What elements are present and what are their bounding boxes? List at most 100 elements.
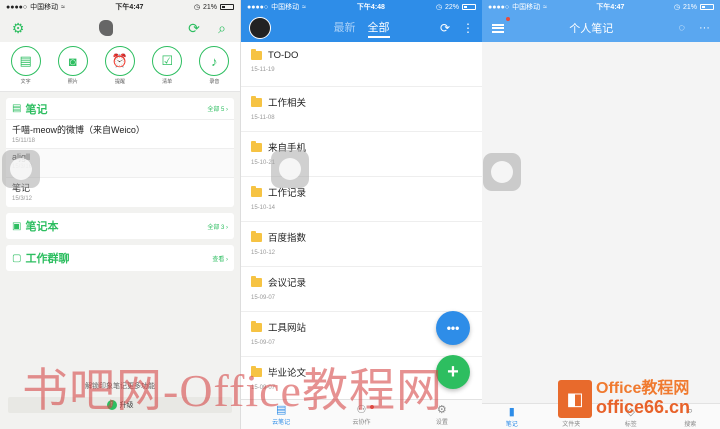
alarm-icon: ◷	[435, 4, 442, 11]
microphone-icon: ♪	[199, 46, 230, 76]
more-vertical-icon[interactable]: ⋮	[462, 21, 474, 35]
tab-cloud-notes[interactable]: ▤ 云笔记	[241, 400, 321, 429]
signal-icon: ●●●●○	[6, 3, 28, 11]
tab-search[interactable]: ⌕ 搜索	[661, 404, 720, 429]
reminder-icon: ⏰	[104, 46, 135, 76]
status-time: 下午4:47	[115, 4, 144, 11]
notes-card-title: 笔记	[25, 103, 48, 116]
folder-icon	[251, 49, 262, 60]
plus-icon: +	[447, 360, 459, 383]
tab-folders[interactable]: ▭ 文件夹	[542, 404, 602, 429]
tab-notes[interactable]: ▮ 笔记	[482, 404, 542, 429]
upgrade-area: 解锁印象笔记更多功能 ↑ 升级	[0, 371, 240, 429]
tab-tags[interactable]: ◇ 标签	[601, 404, 661, 429]
folder-item[interactable]: 工作相关 15-11-08	[241, 87, 482, 132]
battery-icon	[462, 4, 476, 10]
chat-icon: ▢	[12, 252, 22, 264]
upgrade-button[interactable]: ↑ 升级	[8, 397, 232, 413]
menu-icon[interactable]	[492, 23, 504, 33]
status-time: 下午4:47	[596, 4, 625, 11]
note-item[interactable]: aljgll15/3/16	[6, 149, 234, 178]
battery-icon	[700, 4, 714, 10]
top-bar: ⚙ ⟳ ⌕	[0, 14, 240, 42]
folder-icon	[251, 365, 262, 377]
tab-all[interactable]: 全部	[367, 19, 390, 38]
tab-settings[interactable]: ⚙ 设置	[402, 400, 482, 429]
chevron-right-icon: ›	[226, 107, 228, 113]
signal-icon: ●●●●○	[488, 3, 510, 11]
note-icon: ▮	[508, 406, 515, 418]
bottom-tab-bar: ▤ 云笔记 ⚇ 云协作 ⚙ 设置	[241, 399, 482, 429]
note-icon: ▤	[12, 103, 22, 114]
note-icon: ▤	[275, 404, 287, 416]
quick-action-checklist[interactable]: ☑ 清单	[152, 46, 183, 85]
tab-recent[interactable]: 最新	[334, 19, 356, 38]
search-icon[interactable]: ⌕	[214, 20, 230, 37]
notebook-icon: ▣	[12, 220, 22, 232]
page-title: 个人笔记	[569, 23, 614, 35]
status-time: 下午4:48	[356, 4, 385, 11]
status-bar: ●●●●○ 中国移动 ≈ 下午4:48 ◷ 22%	[241, 0, 482, 14]
people-icon: ⚇	[356, 404, 367, 416]
cloud-notes-screen: ●●●●○ 中国移动 ≈ 下午4:48 ◷ 22% 最新 全部 ⟳ ⋮ TO-DO 15…	[240, 0, 482, 429]
alarm-icon: ◷	[193, 4, 200, 11]
sync-icon[interactable]: ◌	[678, 22, 685, 34]
status-bar: ●●●●○ 中国移动 ≈ 下午4:47 ◷ 21%	[0, 0, 240, 14]
avatar[interactable]	[249, 17, 271, 39]
more-horizontal-icon[interactable]: ···	[699, 22, 710, 34]
notebooks-card-title: 笔记本	[25, 221, 59, 233]
work-chat-view-link[interactable]: 查看 ›	[212, 254, 228, 263]
quick-actions: ▤ 文字 ◙ 照片 ⏰ 提醒 ☑ 清单 ♪ 录音	[0, 42, 240, 92]
status-bar: ●●●●○ 中国移动 ≈ 下午4:47 ◷ 21%	[482, 0, 720, 14]
folder-icon: ▭	[566, 406, 577, 418]
notes-all-link[interactable]: 全部 5 ›	[207, 104, 228, 113]
quick-action-reminder[interactable]: ⏰ 提醒	[104, 46, 135, 85]
battery-label: 21%	[202, 3, 217, 11]
tab-collaboration[interactable]: ⚇ 云协作	[321, 400, 401, 429]
note-item[interactable]: 千喵-meow的微博（来自Weico） 15/11/18	[6, 120, 234, 149]
text-note-icon: ▤	[10, 46, 41, 76]
folder-icon	[251, 185, 262, 197]
note-item[interactable]: 笔记 15/3/12	[6, 178, 234, 207]
notification-dot	[506, 17, 510, 21]
notes-card: ▤笔记 全部 5 › 千喵-meow的微博（来自Weico）15/11/18 a…	[6, 98, 234, 207]
more-actions-button[interactable]: •••	[436, 311, 470, 345]
notebooks-card[interactable]: ▣ 笔记本 全部 3 ›	[6, 213, 234, 239]
folder-item[interactable]: 百度指数 15-10-12	[241, 222, 482, 267]
folder-icon	[251, 320, 262, 332]
alarm-icon: ◷	[673, 4, 680, 11]
personal-notes-screen: ●●●●○ 中国移动 ≈ 下午4:47 ◷ 21% 个人笔记 ◌ ··· ▮ 笔记 ▭ 文件…	[482, 0, 720, 429]
evernote-screen: ●●●●○ 中国移动 ≈ 下午4:47 ◷ 21% ⚙ ⟳ ⌕ ▤ 文字 ◙ 照片 ⏰ 提醒…	[0, 0, 240, 429]
notebooks-all-link[interactable]: 全部 3 ›	[207, 222, 228, 231]
chevron-right-icon: ›	[226, 256, 228, 263]
quick-action-audio[interactable]: ♪ 录音	[199, 46, 230, 85]
evernote-logo-icon	[99, 20, 113, 36]
chevron-right-icon: ›	[226, 224, 228, 231]
assistive-touch-button[interactable]	[271, 150, 309, 188]
assistive-touch-button[interactable]	[483, 153, 521, 191]
folder-item[interactable]: 会议记录 15-09-07	[241, 267, 482, 312]
quick-action-photo[interactable]: ◙ 照片	[57, 46, 88, 85]
app-header: 最新 全部 ⟳ ⋮	[241, 14, 482, 42]
battery-icon	[220, 4, 234, 10]
quick-action-text[interactable]: ▤ 文字	[10, 46, 41, 85]
tag-icon: ◇	[626, 406, 635, 418]
settings-gear-icon[interactable]: ⚙	[10, 20, 26, 37]
wifi-icon: ≈	[543, 3, 547, 11]
sync-icon[interactable]: ⟳	[186, 20, 202, 37]
add-note-button[interactable]: +	[436, 355, 470, 389]
assistive-touch-button[interactable]	[2, 150, 40, 188]
folder-item[interactable]: TO-DO 15-11-19	[241, 42, 482, 87]
folder-icon	[251, 95, 262, 107]
folder-icon	[251, 275, 262, 287]
notification-dot	[369, 405, 374, 409]
work-chat-card[interactable]: ▢ 工作群聊 查看 ›	[6, 245, 234, 271]
search-icon: ⌕	[687, 405, 694, 417]
wifi-icon: ≈	[61, 3, 65, 11]
carrier-label: 中国移动	[30, 4, 59, 11]
bottom-tab-bar: ▮ 笔记 ▭ 文件夹 ◇ 标签 ⌕ 搜索	[482, 403, 720, 429]
upgrade-hint: 解锁印象笔记更多功能	[85, 383, 155, 390]
notes-card-header[interactable]: ▤ 笔记 全部 5 ›	[6, 98, 234, 120]
sync-icon[interactable]: ⟳	[440, 21, 450, 35]
work-chat-title: 工作群聊	[25, 253, 70, 265]
